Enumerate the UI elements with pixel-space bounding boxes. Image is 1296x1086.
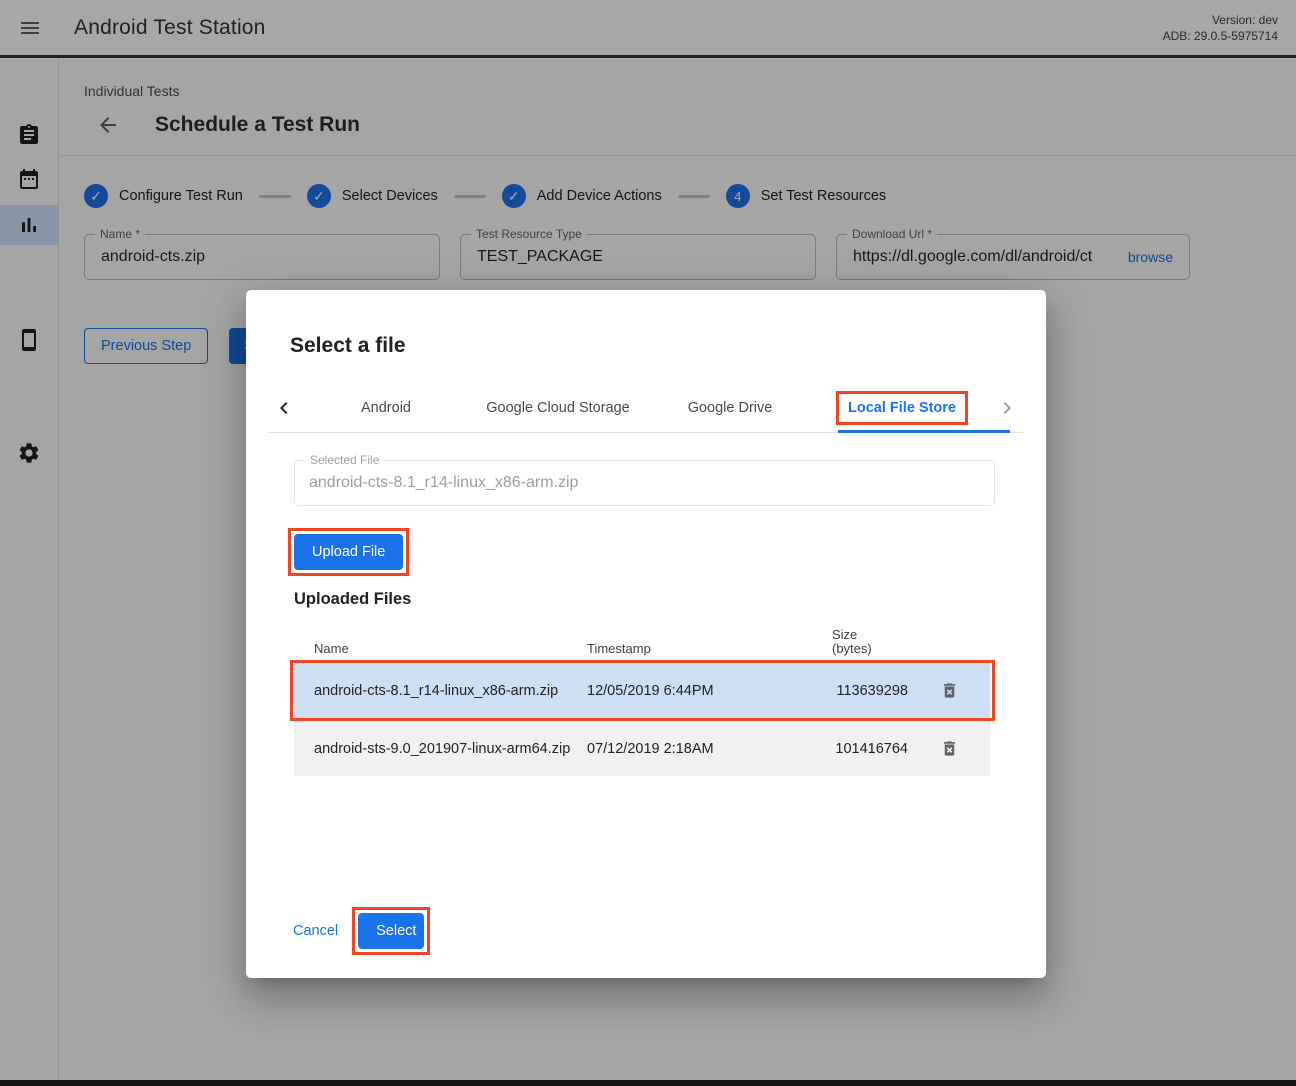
- uploaded-files-title: Uploaded Files: [294, 590, 411, 609]
- tab-google-drive[interactable]: Google Drive: [644, 384, 816, 432]
- select-file-dialog: Select a file Android Google Cloud Stora…: [246, 290, 1046, 978]
- table-row[interactable]: android-cts-8.1_r14-linux_x86-arm.zip 12…: [294, 662, 990, 719]
- selected-file-field: Selected File android-cts-8.1_r14-linux_…: [294, 460, 995, 506]
- select-button[interactable]: Select: [358, 913, 424, 949]
- annotation-box: Select: [352, 907, 430, 955]
- dialog-title: Select a file: [290, 334, 406, 358]
- tab-local-file-store[interactable]: Local File Store: [816, 384, 988, 432]
- annotation-box: Upload File: [288, 528, 409, 576]
- tab-google-cloud-storage[interactable]: Google Cloud Storage: [472, 384, 644, 432]
- upload-file-button[interactable]: Upload File: [294, 534, 403, 570]
- delete-file-button[interactable]: [936, 736, 962, 762]
- android-test-station-app: Android Test Station Version: dev ADB: 2…: [0, 0, 1296, 1086]
- selected-file-label: Selected File: [305, 453, 384, 467]
- column-header-name: Name: [294, 641, 587, 656]
- cancel-button[interactable]: Cancel: [287, 915, 344, 947]
- trash-icon: [940, 681, 959, 700]
- tab-list: Android Google Cloud Storage Google Driv…: [300, 384, 988, 432]
- table-header-row: Name Timestamp Size (bytes): [294, 620, 990, 662]
- dialog-footer: Cancel Select: [287, 907, 430, 955]
- tab-android[interactable]: Android: [300, 384, 472, 432]
- column-header-timestamp: Timestamp: [587, 641, 832, 656]
- column-header-size: Size (bytes): [832, 628, 908, 656]
- file-name-cell: android-sts-9.0_201907-linux-arm64.zip: [294, 741, 587, 757]
- trash-icon: [940, 739, 959, 758]
- selected-file-value: android-cts-8.1_r14-linux_x86-arm.zip: [309, 474, 578, 492]
- timestamp-cell: 12/05/2019 6:44PM: [587, 683, 832, 699]
- annotation-box: Local File Store: [836, 391, 968, 425]
- uploaded-files-table: Name Timestamp Size (bytes) android-cts-…: [294, 620, 990, 776]
- table-row[interactable]: android-sts-9.0_201907-linux-arm64.zip 0…: [294, 721, 990, 776]
- tabs-scroll-right-icon[interactable]: [991, 384, 1023, 432]
- file-source-tabs: Android Google Cloud Storage Google Driv…: [268, 384, 1023, 433]
- size-cell: 113639298: [832, 683, 908, 699]
- timestamp-cell: 07/12/2019 2:18AM: [587, 741, 832, 757]
- tabs-scroll-left-icon[interactable]: [268, 384, 300, 432]
- active-tab-underline: [838, 430, 1010, 433]
- size-cell: 101416764: [832, 741, 908, 757]
- delete-file-button[interactable]: [936, 678, 962, 704]
- file-name-cell: android-cts-8.1_r14-linux_x86-arm.zip: [294, 683, 587, 699]
